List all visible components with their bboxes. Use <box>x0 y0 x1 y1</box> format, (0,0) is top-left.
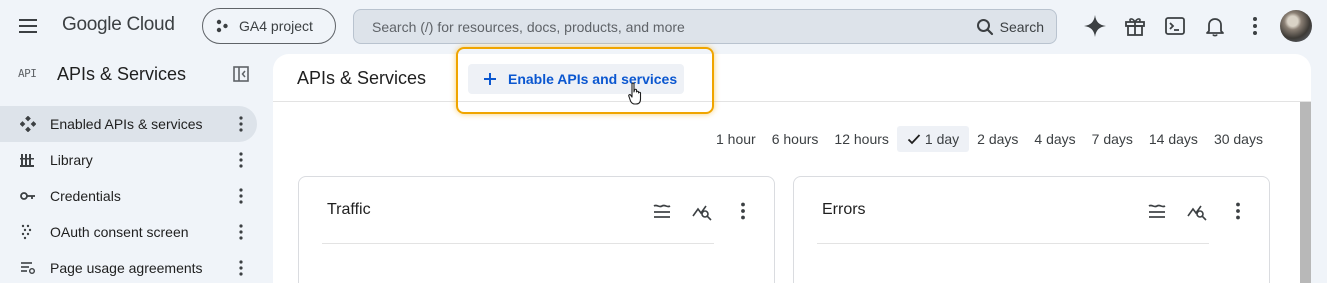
explore-chart-icon[interactable] <box>1187 201 1207 221</box>
search-button-label: Search <box>999 18 1044 35</box>
collapse-panel-icon <box>233 66 249 82</box>
gift-icon <box>1125 18 1145 36</box>
more-vert-icon[interactable] <box>234 151 248 169</box>
range-14-days[interactable]: 14 days <box>1141 126 1206 152</box>
sidebar-item-oauth-consent[interactable]: OAuth consent screen <box>0 214 257 250</box>
terminal-icon <box>1165 17 1185 35</box>
scrollbar-thumb[interactable] <box>1300 102 1311 283</box>
legend-toggle-icon[interactable] <box>1147 201 1167 221</box>
enable-apis-label: Enable APIs and services <box>508 71 678 87</box>
more-vert-icon[interactable] <box>234 115 248 133</box>
more-vert-icon[interactable] <box>234 187 248 205</box>
bell-icon <box>1206 18 1224 37</box>
key-icon <box>20 192 35 200</box>
project-name: GA4 project <box>239 18 313 34</box>
range-12-hours[interactable]: 12 hours <box>826 126 896 152</box>
gemini-button[interactable] <box>1082 13 1108 39</box>
sidebar-item-label: Library <box>50 152 93 168</box>
main-menu-button[interactable] <box>16 14 40 38</box>
sidebar-item-label: Credentials <box>50 188 121 204</box>
sidebar-header: API APIs & Services <box>0 52 272 98</box>
range-1-hour[interactable]: 1 hour <box>708 126 764 152</box>
card-divider <box>817 243 1209 244</box>
account-avatar[interactable] <box>1280 10 1312 42</box>
range-2-days[interactable]: 2 days <box>969 126 1026 152</box>
more-vert-icon[interactable] <box>733 201 753 221</box>
explore-chart-icon[interactable] <box>692 201 712 221</box>
card-title: Traffic <box>327 201 371 218</box>
range-6-hours[interactable]: 6 hours <box>764 126 827 152</box>
sidebar-item-label: Enabled APIs & services <box>50 116 203 132</box>
range-label: 1 day <box>924 131 960 147</box>
collapse-sidebar-button[interactable] <box>232 65 250 83</box>
gift-button[interactable] <box>1122 13 1148 39</box>
oauth-dots-icon <box>21 224 32 240</box>
errors-card: Errors <box>793 176 1270 283</box>
search-icon <box>976 18 993 35</box>
panel-header: APIs & Services Enable APIs and services <box>273 54 1311 102</box>
more-vert-icon[interactable] <box>234 223 248 241</box>
range-1-day[interactable]: 1 day <box>896 126 970 152</box>
notifications-button[interactable] <box>1202 13 1228 39</box>
search-button[interactable]: Search <box>968 10 1056 43</box>
more-vert-icon[interactable] <box>234 259 248 277</box>
sidebar-item-label: OAuth consent screen <box>50 224 189 240</box>
card-divider <box>322 243 714 244</box>
sidebar-item-page-usage[interactable]: Page usage agreements <box>0 250 257 283</box>
hamburger-icon <box>19 19 37 33</box>
search-input[interactable] <box>354 10 968 43</box>
api-icon: API <box>18 67 37 80</box>
legend-toggle-icon[interactable] <box>652 201 672 221</box>
more-vert-icon <box>1253 17 1257 35</box>
card-title: Errors <box>822 201 866 218</box>
check-icon <box>907 134 921 145</box>
sidebar-title: APIs & Services <box>57 64 187 84</box>
settings-list-icon <box>21 262 35 274</box>
sidebar: API APIs & Services Enabled APIs & servi… <box>0 52 272 283</box>
project-picker[interactable]: GA4 project <box>202 8 336 44</box>
sidebar-item-label: Page usage agreements <box>50 260 203 276</box>
more-vert-icon[interactable] <box>1228 201 1248 221</box>
range-30-days[interactable]: 30 days <box>1206 126 1271 152</box>
top-bar: Google Cloud GA4 project Search <box>0 0 1327 52</box>
cloud-shell-button[interactable] <box>1162 13 1188 39</box>
plus-icon <box>484 73 496 85</box>
search-bar: Search <box>353 9 1057 44</box>
time-range-selector: 1 hour 6 hours 12 hours 1 day 2 days 4 d… <box>708 126 1271 152</box>
diamond-nodes-icon <box>20 116 36 132</box>
page-title: APIs & Services <box>297 68 427 88</box>
range-7-days[interactable]: 7 days <box>1084 126 1141 152</box>
enable-apis-button[interactable]: Enable APIs and services <box>468 64 684 94</box>
library-icon <box>20 154 34 167</box>
traffic-card: Traffic <box>298 176 775 283</box>
sidebar-item-enabled-apis[interactable]: Enabled APIs & services <box>0 106 257 142</box>
range-4-days[interactable]: 4 days <box>1026 126 1083 152</box>
sidebar-item-library[interactable]: Library <box>0 142 257 178</box>
sparkle-icon <box>1084 15 1106 37</box>
project-nodes-icon <box>216 19 228 33</box>
google-cloud-logo[interactable]: Google Cloud <box>62 14 175 36</box>
more-options-button[interactable] <box>1242 13 1268 39</box>
top-icon-group <box>1082 13 1282 39</box>
sidebar-item-credentials[interactable]: Credentials <box>0 178 257 214</box>
